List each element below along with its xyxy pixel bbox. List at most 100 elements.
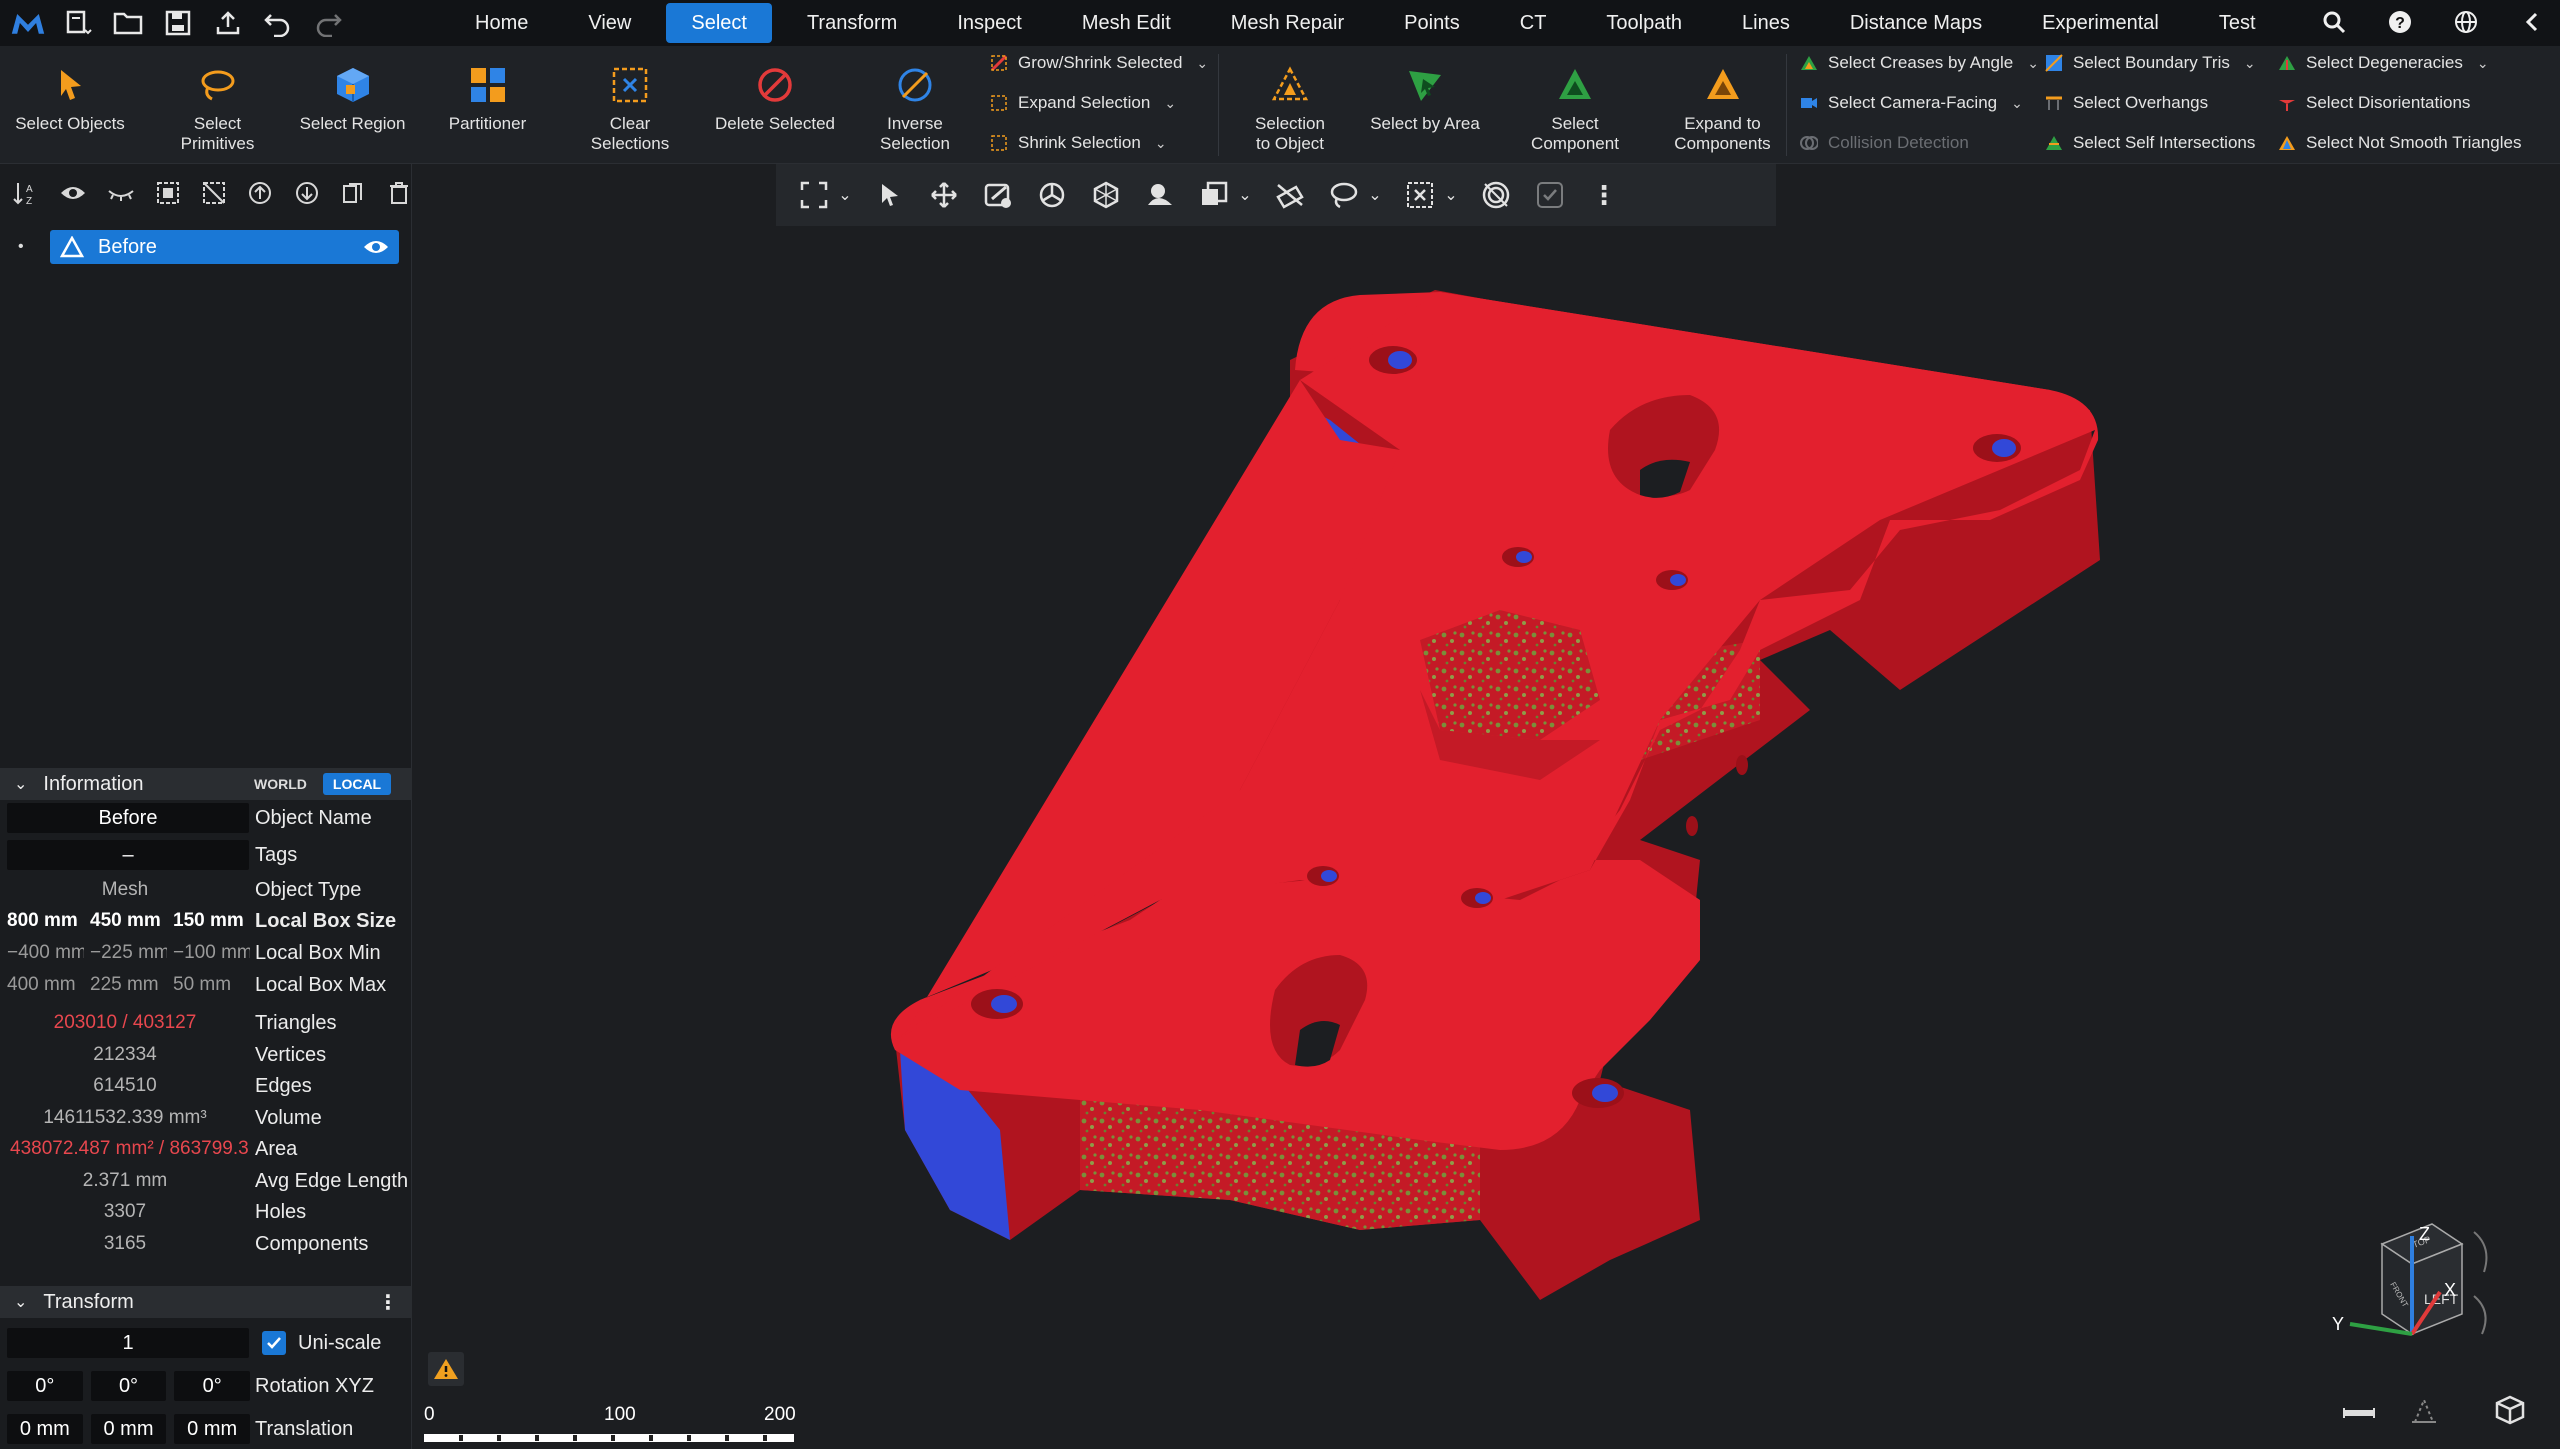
partitioner-icon (463, 60, 513, 110)
trash-icon[interactable] (387, 180, 411, 206)
tab-view[interactable]: View (563, 3, 656, 43)
select-boundary-tris-dropdown[interactable]: Select Boundary Tris ⌄ (2045, 46, 2256, 80)
translation-y-input[interactable]: 0 mm (90, 1414, 167, 1444)
new-file-icon[interactable] (60, 5, 96, 41)
delete-selected-button[interactable]: Delete Selected (705, 46, 845, 164)
perspective-icon[interactable] (2407, 1394, 2441, 1428)
ruler-icon[interactable] (2342, 1396, 2376, 1430)
scene-tree-item-label: Before (98, 235, 157, 258)
select-by-area-icon (1400, 60, 1450, 110)
mesh-render[interactable] (412, 164, 2560, 1449)
tab-transform[interactable]: Transform (782, 3, 922, 43)
move-up-icon[interactable] (248, 180, 272, 206)
inverse-selection-button[interactable]: Inverse Selection (860, 46, 970, 164)
tab-home[interactable]: Home (450, 3, 553, 43)
scene-tree-item[interactable]: Before (50, 230, 399, 264)
tab-inspect[interactable]: Inspect (932, 3, 1046, 43)
select-not-smooth-button[interactable]: Select Not Smooth Triangles (2278, 126, 2521, 160)
redo-icon[interactable] (310, 5, 346, 41)
tab-experimental[interactable]: Experimental (2017, 3, 2184, 43)
export-icon[interactable] (210, 5, 246, 41)
select-region-button[interactable]: Select Region (295, 46, 410, 164)
select-camera-facing-dropdown[interactable]: Select Camera-Facing ⌄ (1800, 86, 2023, 120)
clear-selections-button[interactable]: Clear Selections (565, 46, 695, 164)
tab-mesh-edit[interactable]: Mesh Edit (1057, 3, 1196, 43)
expand-selection-icon (990, 94, 1008, 112)
tab-test[interactable]: Test (2194, 3, 2281, 43)
orientation-gizmo[interactable]: LEFT TOP FRONT Z X Y (2322, 1184, 2502, 1384)
select-self-intersections-button[interactable]: Select Self Intersections (2045, 126, 2255, 160)
box-min-z: −100 mm (173, 942, 250, 963)
help-icon[interactable]: ? (2382, 4, 2418, 40)
duplicate-icon[interactable] (341, 180, 365, 206)
rotation-y-input[interactable]: 0° (90, 1371, 167, 1401)
select-primitives-button[interactable]: Select Primitives (160, 46, 275, 164)
app-logo-icon[interactable] (10, 5, 46, 41)
eye-closed-icon[interactable] (108, 180, 134, 206)
select-all-icon[interactable] (156, 180, 180, 206)
3d-viewport[interactable]: ⌄ ⌄ ⌄ ⌄ ⋮ 0 100 200 LEFT TOP FRONT Z X Y (412, 164, 2560, 1449)
search-icon[interactable] (2316, 4, 2352, 40)
rotation-x-input[interactable]: 0° (7, 1371, 83, 1401)
undo-icon[interactable] (260, 5, 296, 41)
tags-field[interactable]: – (7, 840, 249, 870)
gizmo-z-label: Z (2419, 1224, 2430, 1244)
tab-ct[interactable]: CT (1495, 3, 1572, 43)
translation-x-input[interactable]: 0 mm (7, 1414, 83, 1444)
tab-lines[interactable]: Lines (1717, 3, 1815, 43)
uniscale-checkbox[interactable] (262, 1331, 286, 1355)
selection-to-object-button[interactable]: Selection to Object (1235, 46, 1345, 164)
expand-selection-dropdown[interactable]: Expand Selection ⌄ (990, 86, 1176, 120)
chevron-down-icon: ⌄ (14, 776, 28, 793)
rotation-z-input[interactable]: 0° (174, 1371, 251, 1401)
chevron-down-icon: ⌄ (2243, 54, 2256, 71)
select-component-dropdown[interactable]: Select Component (1505, 46, 1645, 164)
tab-select[interactable]: Select (666, 3, 772, 43)
translation-z-input[interactable]: 0 mm (174, 1414, 251, 1444)
world-toggle[interactable]: WORLD (244, 773, 317, 795)
open-folder-icon[interactable] (110, 5, 146, 41)
save-icon[interactable] (160, 5, 196, 41)
move-down-icon[interactable] (295, 180, 319, 206)
select-degeneracies-dropdown[interactable]: Select Degeneracies ⌄ (2278, 46, 2489, 80)
object-name-field[interactable]: Before (7, 803, 249, 833)
collapse-panel-icon[interactable] (2514, 4, 2550, 40)
select-creases-dropdown[interactable]: Select Creases by Angle ⌄ (1800, 46, 2039, 80)
sort-icon[interactable]: AZ (12, 180, 38, 206)
eye-icon[interactable] (60, 180, 86, 206)
edges-value: 614510 (93, 1075, 157, 1096)
not-smooth-icon (2278, 134, 2296, 152)
rotate-view-icon[interactable] (2473, 1231, 2488, 1273)
information-section-header[interactable]: ⌄ Information WORLD LOCAL (0, 768, 412, 800)
deselect-icon[interactable] (202, 180, 226, 206)
expand-to-components-button[interactable]: Expand to Components (1665, 46, 1780, 164)
tab-toolpath[interactable]: Toolpath (1581, 3, 1707, 43)
select-primitives-label: Select Primitives (180, 114, 255, 153)
tab-mesh-repair[interactable]: Mesh Repair (1206, 3, 1369, 43)
view-cube-icon[interactable] (2492, 1392, 2528, 1428)
more-vertical-icon[interactable]: ⋮ (378, 1290, 398, 1315)
transform-section-header[interactable]: ⌄ Transform ⋮ (0, 1286, 412, 1318)
selection-to-object-label: Selection to Object (1255, 114, 1325, 153)
select-overhangs-button[interactable]: Select Overhangs (2045, 86, 2208, 120)
select-disorientations-button[interactable]: Select Disorientations (2278, 86, 2470, 120)
local-toggle[interactable]: LOCAL (322, 773, 392, 795)
box-size-key: Local Box Size (255, 909, 397, 932)
tab-points[interactable]: Points (1379, 3, 1485, 43)
shrink-selection-dropdown[interactable]: Shrink Selection ⌄ (990, 126, 1167, 160)
partitioner-button[interactable]: Partitioner (430, 46, 545, 164)
expand-selection-label: Expand Selection (1018, 93, 1151, 112)
scale-input[interactable]: 1 (7, 1328, 249, 1358)
mesh-part (890, 290, 2100, 1300)
box-min-y: −225 mm (90, 942, 167, 963)
collision-detection-button[interactable]: Collision Detection (1800, 126, 1969, 160)
visibility-eye-icon[interactable] (363, 238, 389, 256)
rotate-view-icon[interactable] (2473, 1295, 2487, 1335)
warning-icon[interactable] (428, 1352, 464, 1386)
globe-icon[interactable] (2448, 4, 2484, 40)
select-objects-button[interactable]: Select Objects (10, 46, 130, 164)
holes-row: 3307 Holes (0, 1196, 412, 1228)
grow-shrink-dropdown[interactable]: Grow/Shrink Selected ⌄ (990, 46, 1208, 80)
select-by-area-button[interactable]: Select by Area (1360, 46, 1490, 164)
tab-distance-maps[interactable]: Distance Maps (1825, 3, 2007, 43)
